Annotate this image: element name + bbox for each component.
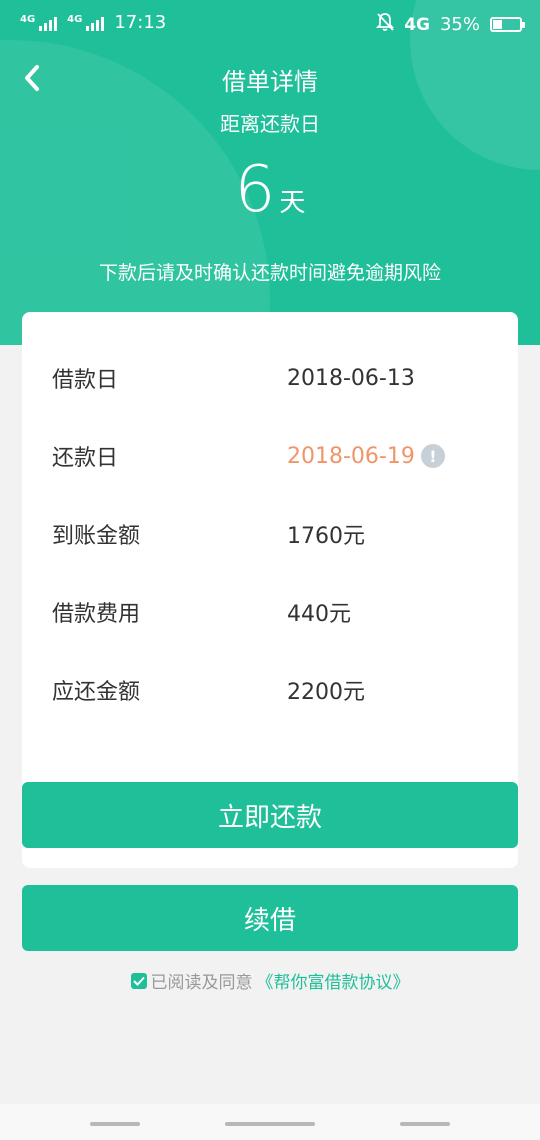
repay-date-text: 2018-06-19: [287, 443, 415, 469]
system-nav-bar: [0, 1104, 540, 1140]
check-icon: [132, 976, 145, 986]
countdown-unit: 天: [279, 188, 306, 218]
signal-icon: 4G: [20, 13, 58, 31]
nav-home-handle[interactable]: [225, 1122, 315, 1126]
detail-value: 2018-06-13: [287, 365, 415, 391]
status-time: 17:13: [114, 12, 167, 33]
renew-button[interactable]: 续借: [22, 885, 518, 951]
detail-value: 440元: [287, 602, 351, 627]
battery-percent: 35%: [439, 14, 480, 35]
agreement-line: 已阅读及同意 《帮你富借款协议》: [0, 968, 540, 993]
sim2-label: 4G: [67, 13, 83, 25]
signal-icon: 4G: [67, 13, 105, 31]
repay-now-button[interactable]: 立即还款: [22, 782, 518, 848]
detail-row-total: 应还金额 2200元: [22, 670, 518, 710]
info-icon[interactable]: !: [420, 444, 445, 468]
countdown: 6天: [0, 158, 540, 222]
nav-menu-handle[interactable]: [90, 1122, 140, 1126]
battery-fill: [493, 20, 502, 29]
page-title: 借单详情: [222, 68, 318, 96]
countdown-label: 距离还款日: [220, 112, 320, 136]
detail-label: 借款费用: [52, 602, 141, 627]
detail-value-repay-date: 2018-06-19 !: [287, 444, 445, 469]
detail-value: 2200元: [287, 680, 365, 705]
nav-back-handle[interactable]: [400, 1122, 450, 1126]
detail-row-received: 到账金额 1760元: [22, 514, 518, 554]
countdown-days: 6: [234, 153, 276, 227]
bell-off-icon: [376, 12, 395, 37]
agreement-text: 已阅读及同意: [150, 973, 253, 993]
detail-row-repay-date: 还款日 2018-06-19 !: [22, 436, 518, 476]
agreement-link[interactable]: 《帮你富借款协议》: [257, 968, 410, 993]
battery-icon: [490, 17, 525, 32]
network-label: 4G: [404, 14, 430, 35]
status-right: 4G 35%: [376, 12, 525, 37]
agreement-checkbox[interactable]: [130, 972, 147, 989]
detail-label: 还款日: [52, 446, 119, 471]
status-left: 4G 4G 17:13: [20, 12, 166, 33]
detail-label: 借款日: [52, 368, 119, 393]
detail-value: 1760元: [287, 524, 365, 549]
status-bar: 4G 4G 17:13 4G 35%: [0, 0, 540, 46]
detail-label: 应还金额: [52, 680, 141, 705]
detail-label: 到账金额: [52, 524, 141, 549]
detail-row-fee: 借款费用 440元: [22, 592, 518, 632]
sim1-label: 4G: [20, 13, 36, 25]
detail-row-loan-date: 借款日 2018-06-13: [22, 358, 518, 398]
notice-text: 下款后请及时确认还款时间避免逾期风险: [98, 262, 441, 284]
